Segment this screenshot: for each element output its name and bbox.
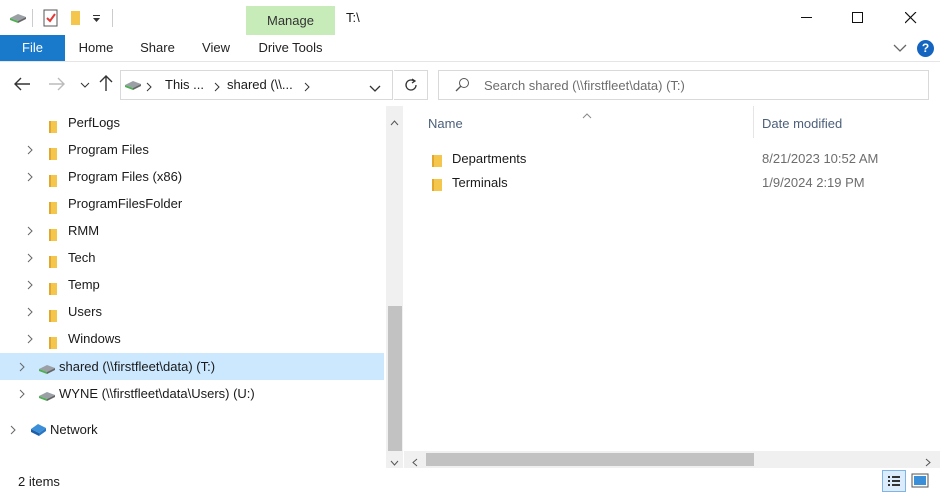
tree-label: PerfLogs [68, 115, 121, 130]
file-date: 8/21/2023 10:52 AM [762, 151, 879, 166]
maximize-button[interactable] [835, 0, 881, 35]
file-list: Name Date modified Departments 8/21/2023… [404, 106, 940, 468]
help-icon[interactable]: ? [917, 40, 934, 57]
forward-arrow-icon[interactable] [48, 76, 66, 95]
tree-item-network[interactable]: Network [0, 416, 384, 443]
tab-share[interactable]: Share [130, 35, 185, 61]
tree-label: WYNE (\\firstfleet\data\Users) (U:) [59, 386, 255, 401]
network-icon [28, 420, 48, 447]
sort-ascending-icon [582, 107, 592, 122]
chevron-right-icon[interactable] [24, 217, 36, 244]
tree-item-programfilesfolder[interactable]: ProgramFilesFolder [0, 190, 384, 217]
tree-item-windows[interactable]: Windows [0, 325, 384, 352]
tree-item-perflogs[interactable]: PerfLogs [0, 109, 384, 136]
tree-item-users[interactable]: Users [0, 298, 384, 325]
column-header-date-modified[interactable]: Date modified [762, 116, 842, 131]
tree-label: Program Files [68, 142, 149, 157]
tree-item-program-files[interactable]: Program Files [0, 136, 384, 163]
status-bar: 2 items [0, 468, 940, 495]
tree-item-wyne-drive[interactable]: WYNE (\\firstfleet\data\Users) (U:) [0, 380, 384, 407]
tree-label: Program Files (x86) [68, 169, 183, 184]
title-bar: Manage T:\ [0, 0, 940, 35]
breadcrumb-this-pc[interactable]: This ... [165, 77, 204, 92]
tab-drive-tools[interactable]: Drive Tools [246, 35, 335, 61]
tree-label: shared (\\firstfleet\data) (T:) [59, 359, 216, 374]
properties-icon[interactable] [43, 9, 59, 27]
scrollbar-thumb[interactable] [388, 306, 402, 451]
customize-dropdown-icon[interactable] [92, 9, 102, 27]
window-title: T:\ [346, 10, 360, 25]
list-item-terminals[interactable]: Terminals 1/9/2024 2:19 PM [404, 171, 940, 195]
network-drive-icon [37, 386, 57, 413]
scroll-up-icon[interactable] [390, 114, 399, 129]
new-folder-icon[interactable] [70, 9, 82, 27]
scroll-down-icon[interactable] [390, 454, 399, 469]
chevron-right-icon[interactable] [16, 380, 28, 407]
tree-label: Windows [68, 331, 121, 346]
ribbon: File Home Share View Drive Tools ? [0, 35, 940, 62]
tree-item-shared-drive[interactable]: shared (\\firstfleet\data) (T:) [0, 353, 384, 380]
tree-item-temp[interactable]: Temp [0, 271, 384, 298]
chevron-right-icon[interactable] [24, 298, 36, 325]
chevron-right-icon[interactable] [24, 136, 36, 163]
tab-file[interactable]: File [0, 35, 65, 61]
chevron-right-icon[interactable] [24, 244, 36, 271]
details-view-button[interactable] [882, 470, 906, 492]
breadcrumb-chevron-icon[interactable] [303, 80, 311, 95]
search-placeholder: Search shared (\\firstfleet\data) (T:) [484, 78, 685, 93]
close-button[interactable] [888, 0, 934, 35]
back-arrow-icon[interactable] [13, 76, 31, 95]
details-view-icon [888, 476, 900, 486]
expand-ribbon-icon[interactable] [893, 42, 907, 57]
tab-view[interactable]: View [192, 35, 240, 61]
chevron-right-icon[interactable] [24, 271, 36, 298]
tree-label: ProgramFilesFolder [68, 196, 183, 211]
minimize-button[interactable] [784, 0, 830, 35]
tab-manage[interactable]: Manage [246, 6, 335, 35]
separator [32, 9, 33, 27]
navigation-bar: This ... shared (\\... Search shared (\\… [0, 62, 940, 106]
tree-item-rmm[interactable]: RMM [0, 217, 384, 244]
search-input[interactable]: Search shared (\\firstfleet\data) (T:) [438, 70, 929, 100]
chevron-right-icon[interactable] [24, 163, 36, 190]
chevron-right-icon[interactable] [7, 416, 19, 443]
scrollbar-thumb[interactable] [426, 453, 754, 466]
tree-item-tech[interactable]: Tech [0, 244, 384, 271]
drive-icon [123, 77, 143, 96]
separator [112, 9, 113, 27]
address-dropdown-icon[interactable] [369, 81, 381, 96]
file-name: Departments [452, 151, 527, 166]
breadcrumb-chevron-icon[interactable] [145, 80, 153, 95]
refresh-button[interactable] [394, 70, 428, 100]
large-icons-view-icon[interactable] [911, 473, 929, 492]
list-item-departments[interactable]: Departments 8/21/2023 10:52 AM [404, 147, 940, 171]
breadcrumb-chevron-icon[interactable] [213, 80, 221, 95]
drive-icon[interactable] [8, 9, 28, 27]
breadcrumb-shared[interactable]: shared (\\... [227, 77, 293, 92]
column-header-name[interactable]: Name [428, 116, 463, 131]
tree-label: Network [50, 422, 98, 437]
column-divider[interactable] [753, 106, 754, 138]
tree-label: Temp [68, 277, 100, 292]
search-icon [455, 77, 471, 96]
folder-icon [431, 176, 445, 200]
chevron-right-icon[interactable] [24, 325, 36, 352]
address-bar[interactable]: This ... shared (\\... [120, 70, 393, 100]
navigation-pane[interactable]: PerfLogs Program Files Program Files (x8… [0, 106, 386, 468]
tree-label: Tech [68, 250, 96, 265]
refresh-icon [404, 78, 417, 91]
recent-dropdown-icon[interactable] [80, 78, 90, 93]
tree-label: RMM [68, 223, 100, 238]
chevron-right-icon[interactable] [16, 353, 28, 380]
item-count: 2 items [18, 474, 60, 489]
tab-home[interactable]: Home [70, 35, 122, 61]
up-arrow-icon[interactable] [98, 74, 114, 95]
tree-label: Users [68, 304, 102, 319]
file-date: 1/9/2024 2:19 PM [762, 175, 865, 190]
file-name: Terminals [452, 175, 508, 190]
tree-item-program-files-x86[interactable]: Program Files (x86) [0, 163, 384, 190]
